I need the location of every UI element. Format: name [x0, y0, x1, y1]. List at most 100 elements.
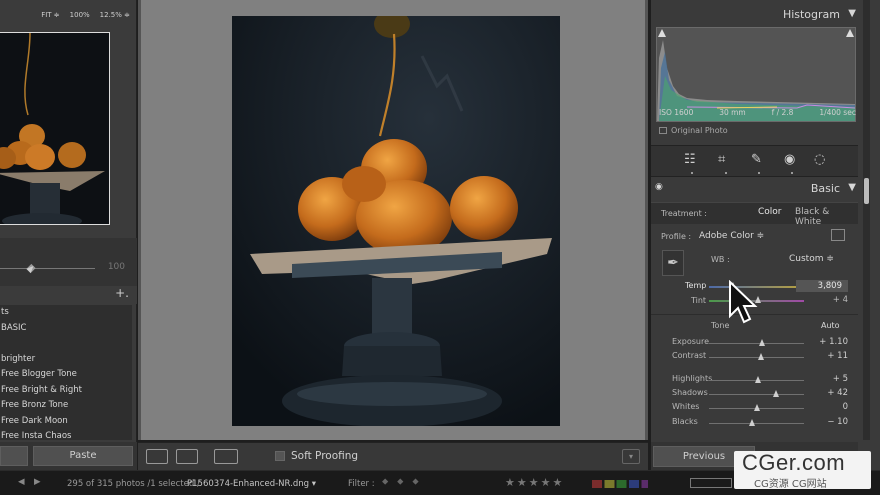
slider-knob[interactable] — [748, 419, 755, 426]
aperture: f / 2.8 — [771, 108, 794, 117]
treatment-label: Treatment : — [661, 209, 707, 218]
loupe-view-icon[interactable] — [146, 449, 168, 464]
filename[interactable]: P1560374-Enhanced-NR.dng ▾ — [187, 479, 316, 489]
watermark-subtitle: CG资源 CG网站 — [754, 479, 827, 490]
slider-row-contrast: Contrast + 11 — [651, 351, 858, 365]
iso-value: ISO 1600 — [659, 108, 694, 117]
left-panel: FIT ≑ 100% 12.5% ≑ 100 +. ts BASIC brigh… — [0, 0, 137, 470]
slider-row-shadows: Shadows + 42 — [651, 388, 858, 402]
slider-value[interactable]: 0 — [843, 402, 848, 412]
slider-track[interactable] — [709, 423, 804, 424]
left-bottom-bar: Paste — [0, 442, 137, 470]
right-panel: Histogram ▼ ISO 1600 30 mm f / 2.8 1/400… — [651, 0, 880, 470]
flag-filter-icons[interactable]: ⬥ ⬥ ⬥ — [382, 477, 422, 487]
image-canvas — [138, 0, 648, 440]
focal-length: 30 mm — [719, 108, 746, 117]
soft-proofing[interactable]: Soft Proofing — [275, 450, 358, 462]
filter-label: Filter : — [348, 479, 375, 489]
collapse-triangle-icon[interactable]: ▼ — [848, 8, 856, 19]
auto-tone-button[interactable]: Auto — [821, 321, 840, 330]
temp-label: Temp — [685, 281, 707, 290]
preset-item[interactable]: Free Insta Chaos — [0, 429, 132, 440]
visibility-eye-icon[interactable]: ◉ — [655, 182, 663, 192]
basic-title: Basic — [810, 182, 840, 195]
slider-knob[interactable] — [759, 339, 766, 346]
healing-icon[interactable]: ✎ — [751, 152, 762, 167]
soft-proofing-label: Soft Proofing — [291, 450, 359, 462]
yy-compare-icon[interactable] — [214, 449, 238, 464]
zoom-12-5[interactable]: 12.5% ≑ — [100, 11, 130, 19]
zoom-100[interactable]: 100% — [70, 11, 90, 19]
preset-item[interactable] — [0, 336, 132, 352]
treatment-color[interactable]: Color — [758, 207, 782, 217]
profile-label: Profile : — [661, 232, 692, 241]
slider-label: Exposure — [672, 337, 710, 346]
watermark-logo: CGer.com CG资源 CG网站 — [734, 450, 871, 490]
copy-button[interactable] — [0, 446, 28, 466]
main-photo[interactable] — [232, 16, 560, 426]
temp-value[interactable]: 3,809 — [796, 280, 848, 292]
preset-item[interactable]: Free Bronz Tone — [0, 398, 132, 414]
original-photo-icon[interactable] — [659, 127, 667, 134]
slider-knob[interactable] — [753, 404, 760, 411]
crop-icon[interactable]: ⌗ — [718, 152, 725, 167]
edit-sliders-icon[interactable]: ☷ — [684, 152, 696, 167]
toolbar-menu-icon[interactable]: ▾ — [622, 449, 640, 464]
slider-knob[interactable] — [758, 353, 765, 360]
presets-list: ts BASIC brighter Free Blogger Tone Free… — [0, 305, 132, 440]
before-after-icon[interactable] — [176, 449, 198, 464]
wb-select[interactable]: Custom ≑ — [789, 254, 834, 264]
eyedropper-icon[interactable]: ✒ — [662, 250, 684, 276]
preset-item[interactable]: Free Blogger Tone — [0, 367, 132, 383]
watermark-title: CGer.com — [742, 450, 846, 475]
slider-knob[interactable] — [773, 390, 780, 397]
preset-item[interactable]: BASIC — [0, 321, 132, 337]
slider-track[interactable] — [709, 343, 804, 344]
filter-type-icon[interactable] — [690, 478, 732, 488]
red-eye-icon[interactable]: ◉ — [784, 152, 795, 167]
profile-row: Profile : Adobe Color ≑ — [651, 228, 858, 246]
collapse-triangle-icon[interactable]: ▼ — [848, 182, 856, 193]
slider-value[interactable]: + 11 — [827, 351, 848, 361]
slider-row-highlights: Highlights + 5 — [651, 374, 858, 388]
original-photo-toggle[interactable]: Original Photo — [659, 126, 728, 135]
preset-item[interactable]: Free Bright & Right — [0, 383, 132, 399]
mouse-cursor-icon — [729, 280, 758, 324]
histogram-header[interactable]: Histogram ▼ — [651, 8, 858, 26]
color-label-filter[interactable] — [592, 480, 648, 488]
slider-track[interactable] — [709, 357, 804, 358]
left-slider[interactable]: 100 — [0, 262, 137, 276]
profile-select[interactable]: Adobe Color ≑ — [699, 231, 764, 241]
slider-value[interactable]: + 1.10 — [819, 337, 848, 347]
slider-value[interactable]: + 5 — [833, 374, 848, 384]
slider-label: Blacks — [672, 417, 698, 426]
zoom-fit[interactable]: FIT ≑ — [41, 11, 59, 19]
left-slider-knob[interactable] — [26, 263, 36, 274]
histogram-title: Histogram — [782, 8, 840, 21]
slider-track[interactable] — [709, 394, 804, 395]
navigator-preview[interactable] — [0, 32, 110, 225]
masking-icon[interactable]: ◌ — [814, 152, 825, 167]
paste-button[interactable]: Paste — [33, 446, 133, 466]
slider-value[interactable]: + 42 — [827, 388, 848, 398]
develop-tool-strip: ☷ ⌗ ✎ ◉ ◌ — [651, 145, 858, 177]
star-rating-filter[interactable]: ★★★★★ — [505, 476, 564, 489]
soft-proofing-checkbox[interactable] — [275, 451, 285, 461]
preset-item[interactable]: Free Dark Moon — [0, 414, 132, 430]
photo-count: 295 of 315 photos /1 selected / — [67, 479, 200, 489]
treatment-bw[interactable]: Black & White — [795, 207, 858, 227]
nav-forward-icon[interactable]: ▶ — [34, 477, 41, 487]
original-photo-label: Original Photo — [671, 126, 728, 135]
nav-back-icon[interactable]: ◀ — [18, 477, 25, 487]
slider-label: Whites — [672, 402, 700, 411]
navigator-header: FIT ≑ 100% 12.5% ≑ — [0, 0, 136, 30]
profile-browser-icon[interactable] — [831, 229, 845, 241]
right-scrollbar[interactable] — [863, 0, 870, 440]
preset-item[interactable]: ts — [0, 305, 132, 321]
slider-knob[interactable] — [755, 376, 762, 383]
slider-row-exposure: Exposure + 1.10 — [651, 337, 858, 351]
basic-header[interactable]: ◉ Basic ▼ — [651, 181, 858, 199]
preset-item[interactable]: brighter — [0, 352, 132, 368]
add-preset-icon[interactable]: +. — [115, 286, 129, 300]
slider-value[interactable]: − 10 — [827, 417, 848, 427]
